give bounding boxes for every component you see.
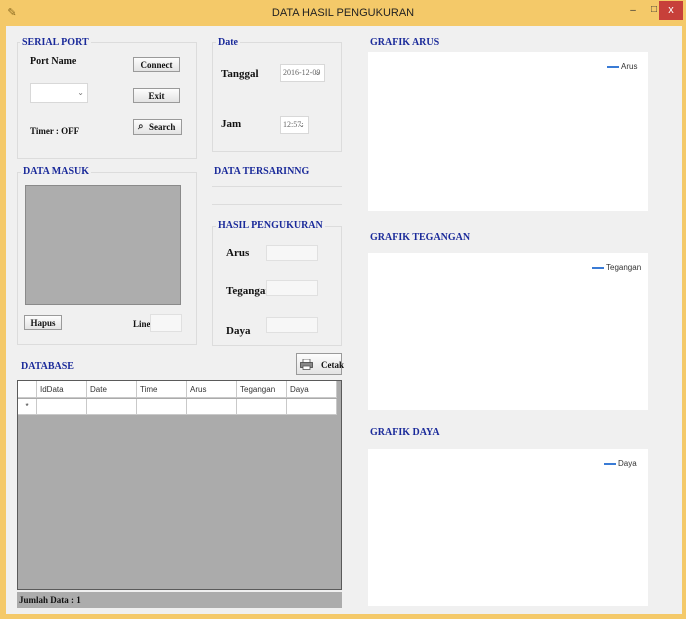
chart-title-tegangan: GRAFIK TEGANGAN — [370, 232, 471, 243]
exit-button[interactable]: Exit — [133, 88, 180, 103]
data-tersaring-divider — [212, 204, 342, 205]
chart-title-daya: GRAFIK DAYA — [370, 427, 440, 438]
daya-field[interactable] — [266, 317, 318, 333]
data-tersaring-divider — [212, 186, 342, 187]
arus-label: Arus — [226, 247, 250, 259]
hasil-pengukuran-title: HASIL PENGUKURAN — [216, 220, 325, 232]
table-cell[interactable] — [137, 399, 187, 415]
chart-arus: Arus — [368, 52, 648, 211]
cetak-button-label: Cetak — [321, 360, 344, 370]
data-masuk-title: DATA MASUK — [21, 166, 92, 178]
chevron-down-icon: ⌄ — [298, 120, 305, 129]
minimize-button[interactable]: – — [626, 5, 640, 19]
table-cell[interactable] — [187, 399, 237, 415]
column-header[interactable]: Time — [137, 381, 187, 398]
search-button-label: Search — [149, 122, 176, 132]
column-header[interactable]: IdData — [37, 381, 87, 398]
tegangan-label: Tegangan — [226, 285, 272, 297]
tanggal-label: Tanggal — [221, 68, 259, 80]
magnifier-icon: ⌕ — [138, 121, 144, 132]
chevron-down-icon: ⌄ — [314, 68, 321, 77]
database-title: DATABASE — [21, 361, 74, 372]
connect-button[interactable]: Connect — [133, 57, 180, 72]
jam-label: Jam — [221, 118, 242, 130]
tanggal-datepicker[interactable]: 2016-12-09 ⌄ — [280, 64, 325, 82]
table-cell[interactable] — [87, 399, 137, 415]
chart-daya: Daya — [368, 449, 648, 606]
port-name-combobox[interactable]: ⌄ — [30, 83, 88, 103]
legend-label-tegangan: Tegangan — [606, 263, 642, 272]
table-cell[interactable] — [287, 399, 337, 415]
date-group — [212, 42, 342, 152]
legend-swatch-daya — [604, 463, 616, 465]
column-header[interactable]: Tegangan — [237, 381, 287, 398]
row-header-corner — [18, 381, 37, 398]
line-field[interactable] — [150, 314, 182, 332]
data-masuk-textbox[interactable] — [25, 185, 181, 305]
table-cell[interactable] — [237, 399, 287, 415]
timer-status: Timer : OFF — [30, 126, 80, 136]
search-button[interactable]: ⌕ Search — [133, 119, 182, 135]
window-title: DATA HASIL PENGUKURAN — [271, 7, 415, 19]
cetak-button[interactable]: Cetak — [296, 353, 344, 375]
printer-icon — [300, 357, 313, 370]
port-name-label: Port Name — [30, 56, 77, 67]
tegangan-field[interactable] — [266, 280, 318, 296]
legend-swatch-arus — [607, 66, 619, 68]
legend-swatch-tegangan — [592, 267, 604, 269]
database-grid[interactable]: IdData Date Time Arus Tegangan Daya * — [17, 380, 342, 590]
daya-label: Daya — [226, 325, 251, 337]
chart-tegangan: Tegangan — [368, 253, 648, 410]
jam-timepicker[interactable]: 12:57: ⌄ — [280, 116, 309, 134]
chart-title-arus: GRAFIK ARUS — [370, 37, 440, 48]
column-header[interactable]: Daya — [287, 381, 337, 398]
legend-label-arus: Arus — [621, 62, 638, 71]
table-cell[interactable] — [37, 399, 87, 415]
legend-label-daya: Daya — [618, 459, 637, 468]
close-button[interactable]: x — [659, 1, 683, 20]
data-tersaring-title: DATA TERSARINNG — [212, 166, 312, 178]
column-header[interactable]: Date — [87, 381, 137, 398]
date-title: Date — [216, 37, 240, 49]
new-row-marker: * — [18, 399, 37, 415]
arus-field[interactable] — [266, 245, 318, 261]
line-label: Line — [133, 319, 151, 329]
jumlah-data-status: Jumlah Data : 1 — [17, 592, 342, 608]
hapus-button[interactable]: Hapus — [24, 315, 62, 330]
column-header[interactable]: Arus — [187, 381, 237, 398]
chevron-down-icon: ⌄ — [77, 88, 84, 97]
serial-port-title: SERIAL PORT — [20, 37, 91, 49]
